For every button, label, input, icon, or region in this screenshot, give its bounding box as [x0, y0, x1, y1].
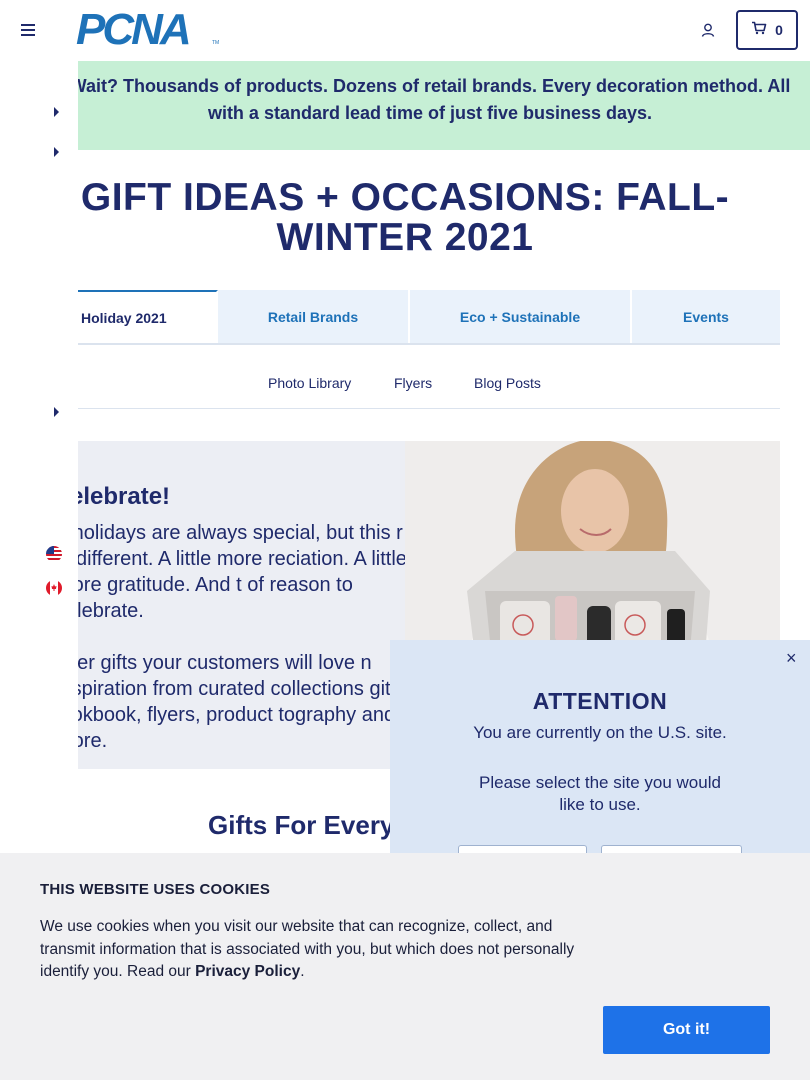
caret-right-icon[interactable]: [54, 407, 59, 417]
caret-right-icon[interactable]: [54, 147, 59, 157]
canada-flag-icon[interactable]: [46, 580, 62, 596]
tab-eco-sustainable[interactable]: Eco + Sustainable: [410, 290, 632, 343]
sub-navigation: Photo Library Flyers Blog Posts: [78, 367, 780, 409]
got-it-button[interactable]: Got it!: [603, 1006, 770, 1054]
logo-trademark: TM: [212, 40, 220, 46]
cart-button[interactable]: 0: [736, 10, 798, 50]
cookie-banner: THIS WEBSITE USES COOKIES We use cookies…: [0, 853, 810, 1080]
promo-banner-text: Wait? Thousands of products. Dozens of r…: [69, 76, 791, 123]
tab-label: Holiday 2021: [81, 309, 167, 326]
tab-retail-brands[interactable]: Retail Brands: [218, 290, 410, 343]
privacy-policy-link[interactable]: Privacy Policy: [195, 963, 300, 980]
celebrate-paragraph: e holidays are always special, but this …: [78, 522, 405, 622]
site-header: PCNA TM 0: [0, 0, 810, 61]
modal-title: ATTENTION: [532, 688, 668, 714]
modal-select-site-text: Please select the site you would like to…: [479, 773, 721, 814]
gifts-section-heading: Gifts For Every: [208, 810, 395, 840]
pcna-logo[interactable]: PCNA: [76, 5, 192, 54]
cookie-text: We use cookies when you visit our websit…: [40, 916, 610, 984]
tab-holiday-2021[interactable]: Holiday 2021: [78, 290, 218, 343]
tab-events[interactable]: Events: [632, 290, 780, 343]
cookie-body: We use cookies when you visit our websit…: [40, 918, 575, 980]
tab-label: Retail Brands: [267, 308, 359, 325]
page-title: GIFT IDEAS + OCCASIONS: FALL-WINTER 2021: [80, 176, 730, 259]
logo-text: PCNA: [76, 5, 192, 54]
celebrate-paragraph: ever gifts your customers will love n in…: [78, 652, 405, 752]
close-icon[interactable]: ×: [786, 648, 797, 669]
promo-banner: Wait? Thousands of products. Dozens of r…: [70, 61, 810, 150]
cart-count: 0: [775, 22, 783, 38]
celebrate-panel: elebrate! e holidays are always special,…: [78, 441, 405, 769]
cookie-title: THIS WEBSITE USES COOKIES: [40, 881, 271, 898]
us-flag-icon[interactable]: [46, 546, 62, 562]
account-icon[interactable]: [700, 22, 716, 38]
modal-current-site-text: You are currently on the U.S. site.: [473, 723, 727, 742]
cart-icon: [751, 21, 767, 40]
subnav-blog-posts[interactable]: Blog Posts: [474, 375, 541, 391]
tab-label: Events: [683, 308, 729, 325]
caret-right-icon[interactable]: [54, 107, 59, 117]
menu-icon[interactable]: [21, 24, 35, 36]
category-tabs: Holiday 2021 Retail Brands Eco + Sustain…: [78, 290, 780, 345]
subnav-flyers[interactable]: Flyers: [394, 375, 432, 391]
tab-label: Eco + Sustainable: [459, 308, 581, 325]
celebrate-title: elebrate!: [78, 483, 171, 510]
cookie-text-end: .: [300, 963, 305, 980]
subnav-photo-library[interactable]: Photo Library: [268, 375, 351, 391]
